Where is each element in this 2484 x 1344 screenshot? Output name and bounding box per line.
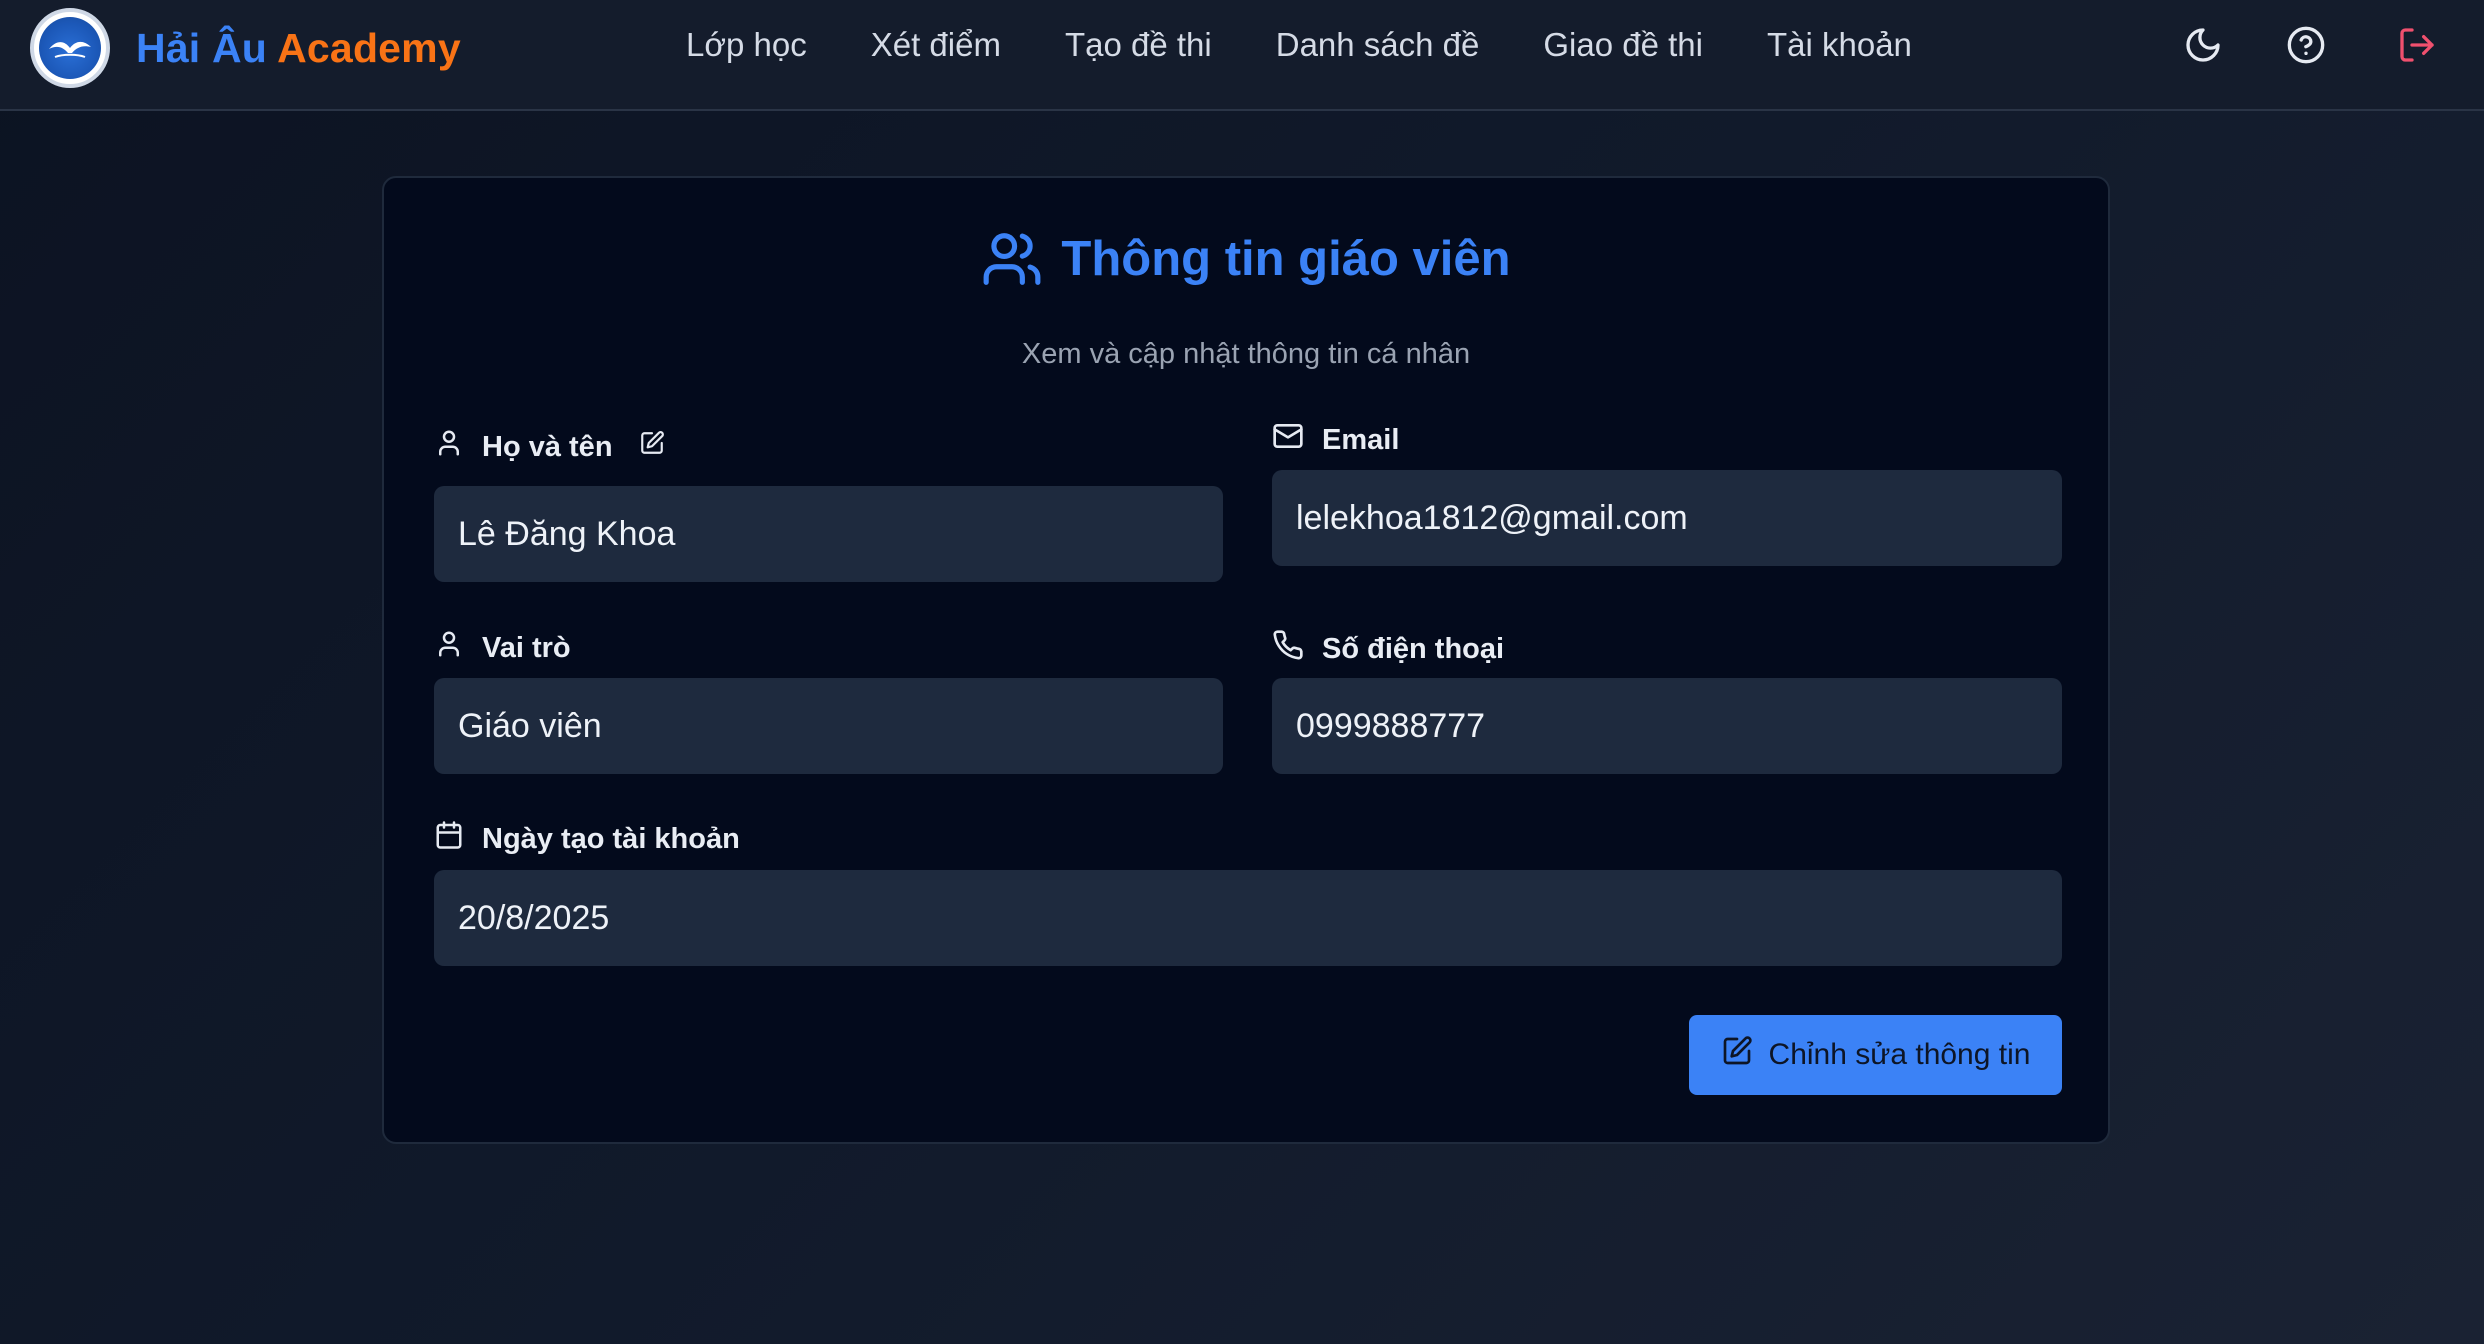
name-label-text: Họ và tên xyxy=(482,430,613,463)
nav-item-account[interactable]: Tài khoản xyxy=(1767,26,1912,64)
calendar-icon xyxy=(434,820,482,858)
edit-profile-button[interactable]: Chỉnh sửa thông tin xyxy=(1689,1015,2062,1095)
nav-item-grading[interactable]: Xét điểm xyxy=(871,26,1001,64)
edit-name-icon[interactable] xyxy=(639,430,683,464)
teacher-profile-card: Thông tin giáo viên Xem và cập nhật thôn… xyxy=(382,176,2110,1144)
users-icon xyxy=(981,228,1043,290)
role-label: Vai trò xyxy=(434,629,571,667)
created-date-label: Ngày tạo tài khoản xyxy=(434,820,740,858)
phone-label: Số điện thoại xyxy=(1272,629,1504,669)
phone-field[interactable]: 0999888777 xyxy=(1272,678,2062,774)
page-subtitle: Xem và cập nhật thông tin cá nhân xyxy=(1021,338,1471,370)
role-label-text: Vai trò xyxy=(482,631,571,664)
phone-icon xyxy=(1272,629,1322,669)
name-label: Họ và tên xyxy=(434,428,683,466)
user-icon xyxy=(434,428,482,466)
top-navbar: Hải Âu Academy Lớp học Xét điểm Tạo đề t… xyxy=(0,0,2484,111)
user-icon xyxy=(434,629,482,667)
help-circle-icon[interactable] xyxy=(2286,25,2326,65)
nav-item-classes[interactable]: Lớp học xyxy=(686,26,807,64)
edit-icon xyxy=(1721,1035,1769,1075)
edit-profile-button-label: Chỉnh sửa thông tin xyxy=(1768,1038,2031,1071)
email-label-text: Email xyxy=(1322,423,1400,456)
brand[interactable]: Hải Âu Academy xyxy=(30,8,461,88)
brand-name-part2: Academy xyxy=(277,24,461,71)
email-label: Email xyxy=(1272,420,1399,460)
role-field[interactable]: Giáo viên xyxy=(434,678,1223,774)
logout-icon[interactable] xyxy=(2397,25,2437,65)
academy-logo xyxy=(30,8,110,88)
main-nav: Lớp học Xét điểm Tạo đề thi Danh sách đề… xyxy=(686,0,1912,90)
nav-item-assign-exam[interactable]: Giao đề thi xyxy=(1543,26,1703,64)
created-date-field[interactable]: 20/8/2025 xyxy=(434,870,2062,966)
name-field[interactable]: Lê Đăng Khoa xyxy=(434,486,1223,582)
created-date-label-text: Ngày tạo tài khoản xyxy=(482,822,740,855)
brand-name: Hải Âu Academy xyxy=(136,25,461,72)
nav-item-create-exam[interactable]: Tạo đề thi xyxy=(1065,26,1212,64)
mail-icon xyxy=(1272,420,1322,460)
phone-label-text: Số điện thoại xyxy=(1322,632,1505,665)
page-title: Thông tin giáo viên xyxy=(1061,232,1511,286)
nav-item-exam-list[interactable]: Danh sách đề xyxy=(1276,26,1480,64)
card-header: Thông tin giáo viên xyxy=(384,228,2108,290)
email-field[interactable]: lelekhoa1812@gmail.com xyxy=(1272,470,2062,566)
moon-icon[interactable] xyxy=(2183,25,2223,65)
brand-name-part1: Hải Âu xyxy=(136,24,268,71)
